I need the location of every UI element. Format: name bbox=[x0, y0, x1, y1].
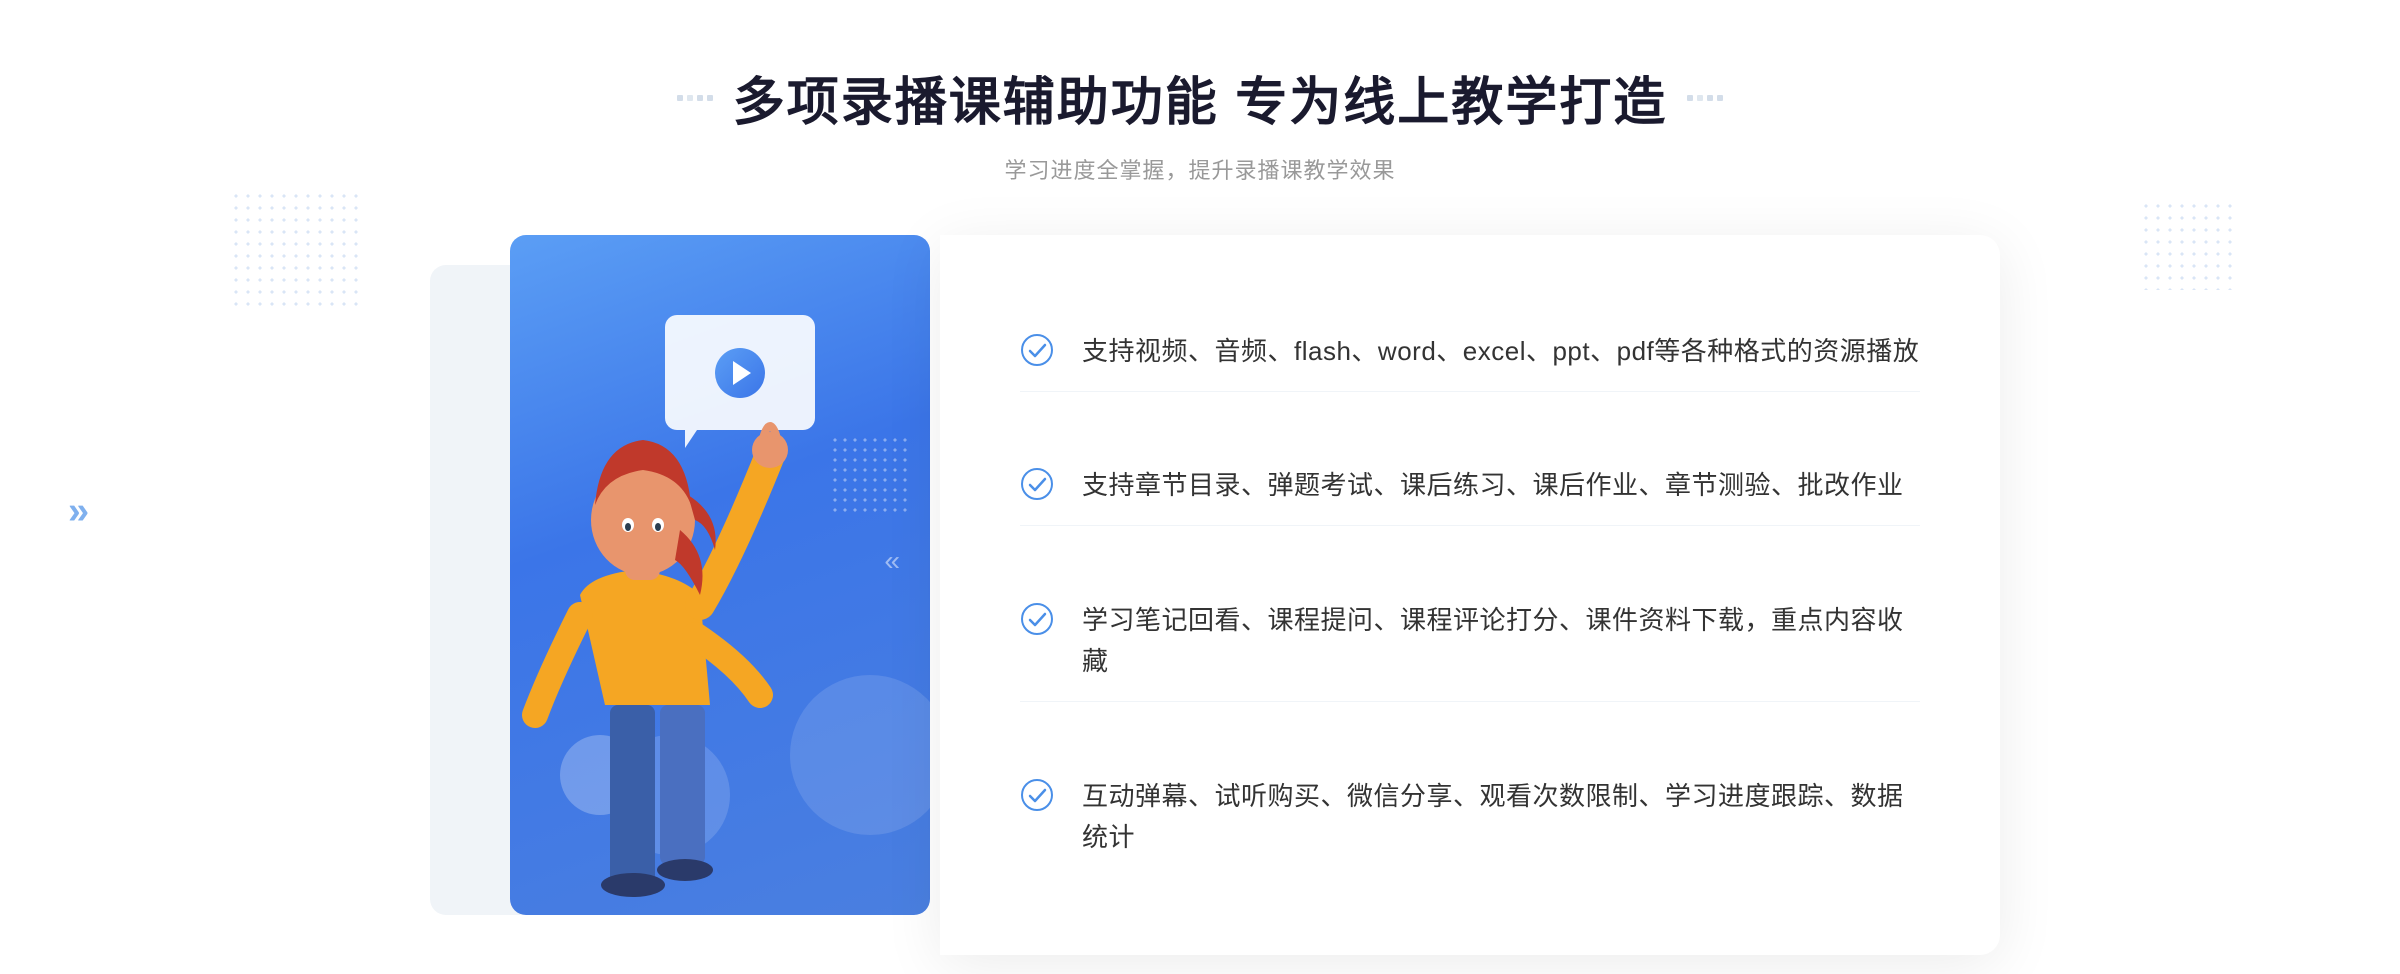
features-card: 支持视频、音频、flash、word、excel、ppt、pdf等各种格式的资源… bbox=[940, 235, 2000, 955]
check-icon-1 bbox=[1020, 333, 1054, 367]
dot-1 bbox=[677, 95, 683, 101]
feature-text-3: 学习笔记回看、课程提问、课程评论打分、课件资料下载，重点内容收藏 bbox=[1082, 600, 1920, 683]
main-title: 多项录播课辅助功能 专为线上教学打造 bbox=[733, 60, 1667, 135]
blue-card-chevrons: « bbox=[884, 545, 900, 577]
dot-5 bbox=[1687, 95, 1693, 101]
dot-8 bbox=[1717, 95, 1723, 101]
dot-7 bbox=[1707, 95, 1713, 101]
feature-item-4: 互动弹幕、试听购买、微信分享、观看次数限制、学习进度跟踪、数据统计 bbox=[1020, 758, 1920, 877]
feature-item-2: 支持章节目录、弹题考试、课后练习、课后作业、章节测验、批改作业 bbox=[1020, 447, 1920, 526]
main-content: « bbox=[400, 235, 2000, 955]
subtitle: 学习进度全掌握，提升录播课教学效果 bbox=[677, 153, 1723, 185]
dots-decoration-right bbox=[2140, 200, 2240, 290]
feature-text-2: 支持章节目录、弹题考试、课后练习、课后作业、章节测验、批改作业 bbox=[1082, 465, 1904, 507]
check-icon-4 bbox=[1020, 778, 1054, 812]
person-svg bbox=[460, 375, 840, 955]
title-decorator-left bbox=[677, 95, 713, 101]
check-icon-3 bbox=[1020, 602, 1054, 636]
title-decorator-right bbox=[1687, 95, 1723, 101]
dot-3 bbox=[697, 95, 703, 101]
feature-text-4: 互动弹幕、试听购买、微信分享、观看次数限制、学习进度跟踪、数据统计 bbox=[1082, 776, 1920, 859]
check-icon-2 bbox=[1020, 467, 1054, 501]
dot-2 bbox=[687, 95, 693, 101]
person-figure bbox=[460, 375, 840, 955]
page-wrapper: » 多项录播课辅助功能 专为线上教学打造 学习进度全掌握，提升录播课教学效果 bbox=[0, 0, 2400, 974]
illustration-area: « bbox=[400, 235, 960, 955]
title-row: 多项录播课辅助功能 专为线上教学打造 bbox=[677, 60, 1723, 135]
dot-6 bbox=[1697, 95, 1703, 101]
chevron-decoration-left: » bbox=[68, 490, 89, 533]
feature-item-3: 学习笔记回看、课程提问、课程评论打分、课件资料下载，重点内容收藏 bbox=[1020, 582, 1920, 702]
dots-decoration-left bbox=[230, 190, 360, 310]
header-section: 多项录播课辅助功能 专为线上教学打造 学习进度全掌握，提升录播课教学效果 bbox=[677, 60, 1723, 185]
blue-card-dots bbox=[830, 435, 910, 515]
feature-item-1: 支持视频、音频、flash、word、excel、ppt、pdf等各种格式的资源… bbox=[1020, 313, 1920, 392]
dot-4 bbox=[707, 95, 713, 101]
feature-text-1: 支持视频、音频、flash、word、excel、ppt、pdf等各种格式的资源… bbox=[1082, 331, 1919, 373]
